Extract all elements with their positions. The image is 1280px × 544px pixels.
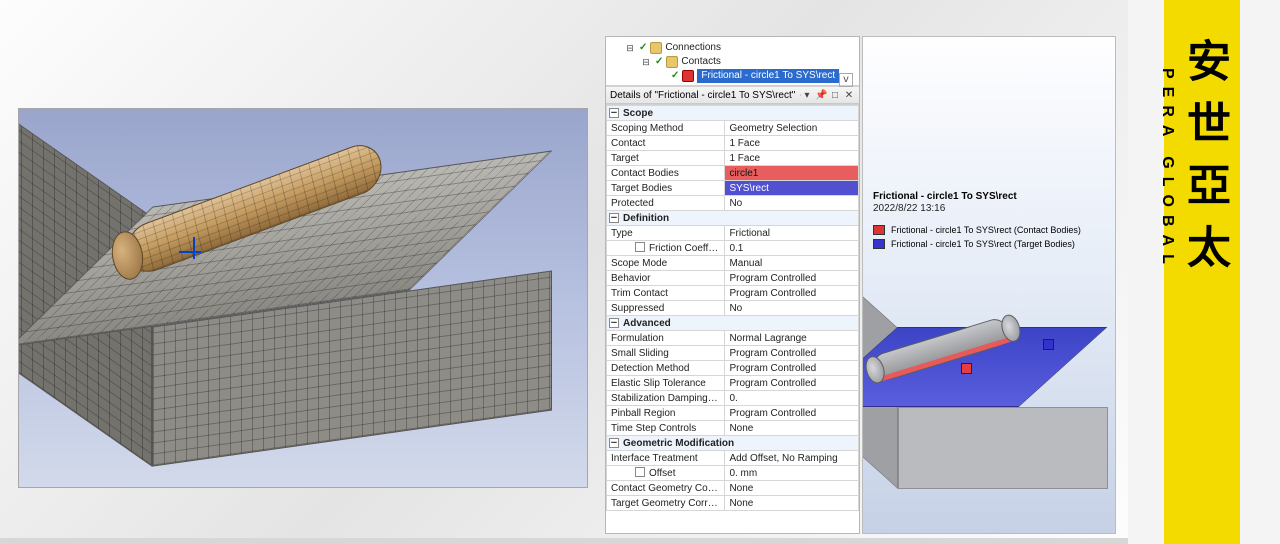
prop-value-target-bodies[interactable]: SYS\rect: [725, 181, 859, 196]
prop-value[interactable]: 0.: [725, 391, 859, 406]
prop-label: Type: [607, 226, 725, 241]
prop-label: Target: [607, 151, 725, 166]
outline-tree[interactable]: ⊟ ✓ Connections ⊟ ✓ Contacts ✓ Frictiona…: [606, 37, 859, 86]
legend-label: Frictional - circle1 To SYS\rect (Contac…: [891, 225, 1081, 235]
prop-value[interactable]: Program Controlled: [725, 406, 859, 421]
prop-value[interactable]: Frictional: [725, 226, 859, 241]
prop-label: Contact Geometry Correction: [607, 481, 725, 496]
legend-contact: Frictional - circle1 To SYS\rect (Contac…: [873, 225, 1081, 235]
property-grid[interactable]: −Scope Scoping MethodGeometry Selection …: [606, 104, 859, 533]
collapse-icon[interactable]: ⊟: [624, 42, 636, 54]
prop-value[interactable]: Program Controlled: [725, 271, 859, 286]
prop-label: Interface Treatment: [607, 451, 725, 466]
brand-english: PERA GLOBAL: [1158, 68, 1176, 272]
prop-value[interactable]: Geometry Selection: [725, 121, 859, 136]
tree-node-contacts[interactable]: Contacts: [681, 55, 720, 69]
prop-value[interactable]: Program Controlled: [725, 361, 859, 376]
footer-divider: [0, 538, 1128, 544]
close-icon[interactable]: ✕: [843, 90, 855, 101]
details-title-text: Details of "Frictional - circle1 To SYS\…: [610, 90, 795, 101]
prop-label: Pinball Region: [607, 406, 725, 421]
prop-value[interactable]: No: [725, 196, 859, 211]
checkbox-icon[interactable]: [635, 242, 645, 252]
viewport-title: Frictional - circle1 To SYS\rect: [873, 191, 1017, 202]
viewport-timestamp: 2022/8/22 13:16: [873, 203, 945, 214]
prop-label: Contact Bodies: [607, 166, 725, 181]
collapse-icon[interactable]: ⊟: [640, 56, 652, 68]
pin-icon[interactable]: 📌: [815, 90, 827, 101]
tree-node-connections[interactable]: Connections: [665, 41, 721, 55]
minus-icon[interactable]: −: [609, 213, 619, 223]
prop-value[interactable]: None: [725, 481, 859, 496]
minus-icon[interactable]: −: [609, 318, 619, 328]
legend-label: Frictional - circle1 To SYS\rect (Target…: [891, 239, 1075, 249]
check-icon: ✓: [655, 55, 663, 69]
prop-value[interactable]: Program Controlled: [725, 376, 859, 391]
details-titlebar: Details of "Frictional - circle1 To SYS\…: [606, 86, 859, 104]
prop-label: Suppressed: [607, 301, 725, 316]
brand-sidebar: PERA GLOBAL 安世亞太: [1128, 0, 1280, 544]
section-advanced: −Advanced: [607, 316, 859, 331]
prop-value[interactable]: Normal Lagrange: [725, 331, 859, 346]
contact-icon: [682, 70, 694, 82]
details-panel: ⊟ ✓ Connections ⊟ ✓ Contacts ✓ Frictiona…: [605, 36, 860, 534]
contact-preview-viewport[interactable]: Frictional - circle1 To SYS\rect 2022/8/…: [862, 36, 1116, 534]
prop-label: Trim Contact: [607, 286, 725, 301]
checkbox-icon[interactable]: [635, 467, 645, 477]
section-geometric-modification: −Geometric Modification: [607, 436, 859, 451]
dropdown-icon[interactable]: ▾: [801, 90, 813, 101]
tree-dropdown-icon[interactable]: ⅴ: [839, 73, 853, 87]
prop-label: Target Bodies: [607, 181, 725, 196]
legend-swatch-blue: [873, 239, 885, 249]
prop-label: Contact: [607, 136, 725, 151]
mesh-block: [179, 165, 519, 453]
check-icon: ✓: [671, 69, 679, 83]
prop-value[interactable]: Program Controlled: [725, 346, 859, 361]
prop-label: Behavior: [607, 271, 725, 286]
prop-label: Friction Coefficient: [607, 241, 725, 256]
folder-icon: [650, 42, 662, 54]
brand-chinese: 安世亞太: [1172, 38, 1236, 286]
prop-label: Target Geometry Correction: [607, 496, 725, 511]
prop-value[interactable]: 0. mm: [725, 466, 859, 481]
contact-geometry: [893, 327, 1103, 492]
mesh-preview-viewport[interactable]: [18, 108, 588, 488]
prop-label: Time Step Controls: [607, 421, 725, 436]
check-icon: ✓: [639, 41, 647, 55]
prop-value[interactable]: Program Controlled: [725, 286, 859, 301]
prop-value[interactable]: None: [725, 421, 859, 436]
prop-value[interactable]: 1 Face: [725, 136, 859, 151]
coordinate-triad-icon: [179, 237, 209, 267]
folder-icon: [666, 56, 678, 68]
minus-icon[interactable]: −: [609, 108, 619, 118]
prop-label: Offset: [607, 466, 725, 481]
prop-label: Small Sliding: [607, 346, 725, 361]
dock-icon[interactable]: □: [829, 90, 841, 101]
prop-value[interactable]: 1 Face: [725, 151, 859, 166]
section-definition: −Definition: [607, 211, 859, 226]
prop-label: Elastic Slip Tolerance: [607, 376, 725, 391]
legend-swatch-red: [873, 225, 885, 235]
prop-value[interactable]: 0.1: [725, 241, 859, 256]
contact-marker-icon: [961, 363, 972, 374]
prop-value[interactable]: None: [725, 496, 859, 511]
section-scope: −Scope: [607, 106, 859, 121]
prop-value[interactable]: Manual: [725, 256, 859, 271]
prop-value[interactable]: No: [725, 301, 859, 316]
prop-label: Scope Mode: [607, 256, 725, 271]
legend-target: Frictional - circle1 To SYS\rect (Target…: [873, 239, 1075, 249]
prop-label: Protected: [607, 196, 725, 211]
prop-value-contact-bodies[interactable]: circle1: [725, 166, 859, 181]
minus-icon[interactable]: −: [609, 438, 619, 448]
prop-value[interactable]: Add Offset, No Ramping: [725, 451, 859, 466]
prop-label: Scoping Method: [607, 121, 725, 136]
prop-label: Detection Method: [607, 361, 725, 376]
prop-label: Formulation: [607, 331, 725, 346]
target-marker-icon: [1043, 339, 1054, 350]
prop-label: Stabilization Damping Factor: [607, 391, 725, 406]
tree-node-frictional[interactable]: Frictional - circle1 To SYS\rect: [697, 69, 839, 83]
